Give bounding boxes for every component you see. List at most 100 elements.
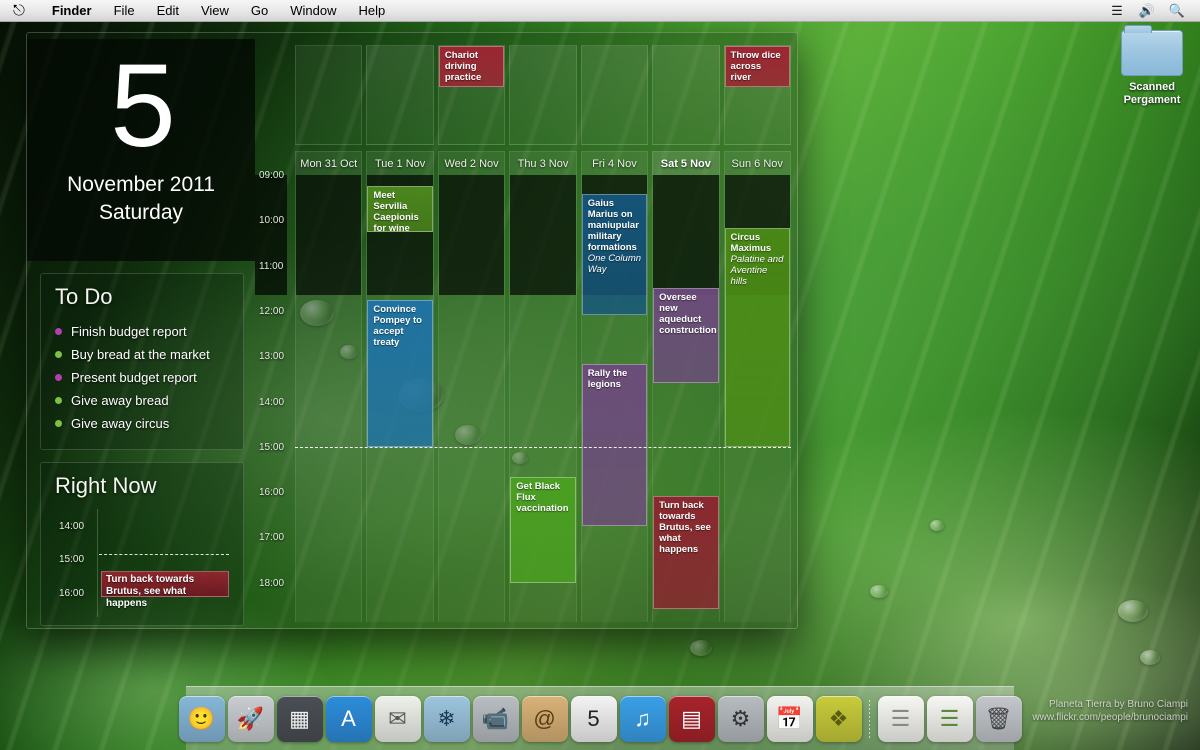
calendar-event-title: Gaius Marius on maniupular military form… bbox=[587, 197, 639, 253]
todo-panel-title: To Do bbox=[55, 284, 113, 309]
day-header[interactable]: Mon 31 Oct bbox=[295, 151, 363, 175]
photo-booth-icon[interactable]: ▤ bbox=[668, 696, 715, 742]
todo-item[interactable]: Give away circus bbox=[55, 412, 229, 435]
time-label: 10:00 bbox=[259, 215, 285, 227]
time-label: 15:00 bbox=[259, 441, 285, 453]
finder-icon[interactable]: 🙂 bbox=[178, 696, 225, 742]
menu-item-window[interactable]: Window bbox=[279, 0, 347, 22]
desktop-icon-scanned-pergament[interactable]: Scanned Pergament bbox=[1110, 25, 1194, 107]
day-column[interactable] bbox=[437, 175, 506, 622]
document-two-icon-glyph: ☰ bbox=[939, 706, 960, 731]
lamp-icon[interactable]: ❖ bbox=[815, 696, 862, 742]
all-day-event[interactable]: Throw dice across river bbox=[724, 46, 790, 87]
day-headers-row: Mon 31 Oct Tue 1 Nov Wed 2 Nov Thu 3 Nov Fri… bbox=[295, 151, 791, 175]
menu-item-go[interactable]: Go bbox=[240, 0, 279, 22]
calendar-icon[interactable]: 5 bbox=[570, 696, 617, 742]
desktop: ⎋ Finder File Edit View Go Window Help ☰… bbox=[0, 0, 1200, 750]
menu-item-file[interactable]: File bbox=[103, 0, 146, 22]
volume-icon[interactable]: 🔊 bbox=[1134, 0, 1160, 22]
calendar-window[interactable]: 5 November 2011 Saturday To Do Finish bu… bbox=[26, 32, 798, 629]
search-icon[interactable]: 🔍 bbox=[1164, 0, 1190, 22]
day-header[interactable]: Sat 5 Nov bbox=[652, 151, 720, 175]
todo-item[interactable]: Present budget report bbox=[55, 366, 229, 389]
day-header[interactable]: Wed 2 Nov bbox=[437, 151, 506, 175]
facetime-icon[interactable]: 📹 bbox=[472, 696, 519, 742]
all-day-cell[interactable] bbox=[366, 45, 434, 145]
calendar-event[interactable]: Turn back towards Brutus, see what happe… bbox=[653, 495, 719, 610]
ical-document-icon[interactable]: 📅 bbox=[766, 696, 813, 742]
all-day-cell[interactable]: Chariot driving practice bbox=[437, 45, 506, 145]
document-one-icon-glyph: ☰ bbox=[890, 706, 911, 731]
calendar-grid-area: Chariot driving practice Throw dice acros… bbox=[255, 33, 797, 628]
trash-icon[interactable]: 🗑 bbox=[975, 696, 1022, 742]
launchpad-icon[interactable]: 🚀 bbox=[227, 696, 274, 742]
dock[interactable]: 🙂 🚀 ▦ A ✉ ❄ 📹 @5 ♫ ▤ ⚙ 📅 ❖ ☰ ☰ 🗑 bbox=[178, 686, 1022, 750]
all-day-cell[interactable] bbox=[652, 45, 720, 145]
contacts-icon[interactable]: @ bbox=[521, 696, 568, 742]
document-one-icon[interactable]: ☰ bbox=[877, 696, 924, 742]
day-column-shade bbox=[438, 175, 505, 295]
todo-item[interactable]: Give away bread bbox=[55, 389, 229, 412]
todo-bullet-icon bbox=[55, 374, 62, 381]
water-droplet bbox=[870, 585, 888, 598]
menu-bar-status-items: ☰ 🔊 🔍 bbox=[1104, 0, 1200, 22]
all-day-cell[interactable]: Throw dice across river bbox=[723, 45, 791, 145]
rightnow-event[interactable]: Turn back towards Brutus, see what happe… bbox=[101, 571, 229, 609]
menu-item-help[interactable]: Help bbox=[348, 0, 397, 22]
apple-menu-icon[interactable]: ⎋ bbox=[13, 3, 25, 18]
calendar-event[interactable]: Convince Pompey to accept treaty bbox=[367, 299, 433, 447]
time-label: 13:00 bbox=[259, 351, 285, 363]
facetime-icon-glyph: 📹 bbox=[481, 706, 510, 731]
day-column[interactable]: Get Black Flux vaccination bbox=[509, 175, 577, 622]
calendar-event[interactable]: Get Black Flux vaccination bbox=[510, 477, 576, 583]
day-column[interactable]: Circus Maximus Palatine and Aventine hill… bbox=[723, 175, 791, 622]
time-label: 18:00 bbox=[259, 577, 285, 589]
water-droplet bbox=[690, 640, 712, 656]
all-day-event[interactable]: Chariot driving practice bbox=[438, 46, 505, 87]
all-day-cell[interactable] bbox=[295, 45, 363, 145]
menu-item-finder[interactable]: Finder bbox=[41, 0, 103, 22]
calendar-event-title: Circus Maximus bbox=[730, 231, 772, 254]
day-column[interactable] bbox=[295, 175, 363, 622]
rightnow-timeline[interactable]: 14:00 15:00 16:00 Turn back towards Brut… bbox=[55, 509, 229, 617]
calendar-event[interactable]: Meet Servilia Caepionis for wine and… bbox=[367, 186, 433, 232]
menu-item-edit[interactable]: Edit bbox=[146, 0, 190, 22]
day-column[interactable]: Gaius Marius on maniupular military form… bbox=[580, 175, 649, 622]
itunes-icon[interactable]: ♫ bbox=[619, 696, 666, 742]
mission-control-icon-glyph: ▦ bbox=[289, 706, 310, 731]
menu-bar: ⎋ Finder File Edit View Go Window Help ☰… bbox=[0, 0, 1200, 22]
safari-icon[interactable]: ❄ bbox=[423, 696, 470, 742]
spaces-icon[interactable]: ☰ bbox=[1104, 0, 1130, 22]
calendar-event-title: Oversee new aqueduct construction bbox=[659, 292, 717, 337]
day-column[interactable]: Meet Servilia Caepionis for wine and… Con… bbox=[366, 175, 434, 622]
time-label: 14:00 bbox=[259, 396, 285, 408]
time-axis-shade bbox=[255, 175, 287, 295]
day-column[interactable]: Oversee new aqueduct construction Turn ba… bbox=[652, 175, 720, 622]
todo-bullet-icon bbox=[55, 328, 62, 335]
calendar-event[interactable]: Rally the legions bbox=[581, 363, 648, 527]
mail-icon[interactable]: ✉ bbox=[374, 696, 421, 742]
calendar-event-location: One Column Way bbox=[587, 252, 642, 275]
calendar-event-title: Turn back towards Brutus, see what happe… bbox=[659, 499, 711, 555]
water-droplet bbox=[930, 520, 944, 531]
system-preferences-icon[interactable]: ⚙ bbox=[717, 696, 764, 742]
app-store-icon-glyph: A bbox=[341, 706, 356, 731]
calendar-event[interactable]: Gaius Marius on maniupular military form… bbox=[581, 193, 648, 315]
rightnow-current-time-line bbox=[99, 554, 229, 555]
calendar-event[interactable]: Circus Maximus Palatine and Aventine hill… bbox=[724, 227, 790, 447]
rightnow-time-label: 15:00 bbox=[59, 554, 85, 565]
todo-item[interactable]: Buy bread at the market bbox=[55, 343, 229, 366]
day-header[interactable]: Tue 1 Nov bbox=[366, 151, 434, 175]
day-header[interactable]: Sun 6 Nov bbox=[723, 151, 791, 175]
day-header[interactable]: Thu 3 Nov bbox=[509, 151, 577, 175]
all-day-cell[interactable] bbox=[509, 45, 577, 145]
todo-item[interactable]: Finish budget report bbox=[55, 320, 229, 343]
menu-item-view[interactable]: View bbox=[190, 0, 240, 22]
document-two-icon[interactable]: ☰ bbox=[926, 696, 973, 742]
day-header[interactable]: Fri 4 Nov bbox=[580, 151, 649, 175]
mission-control-icon[interactable]: ▦ bbox=[276, 696, 323, 742]
all-day-cell[interactable] bbox=[580, 45, 649, 145]
calendar-event[interactable]: Oversee new aqueduct construction bbox=[653, 288, 719, 383]
contacts-icon-glyph: @ bbox=[533, 706, 556, 731]
app-store-icon[interactable]: A bbox=[325, 696, 372, 742]
